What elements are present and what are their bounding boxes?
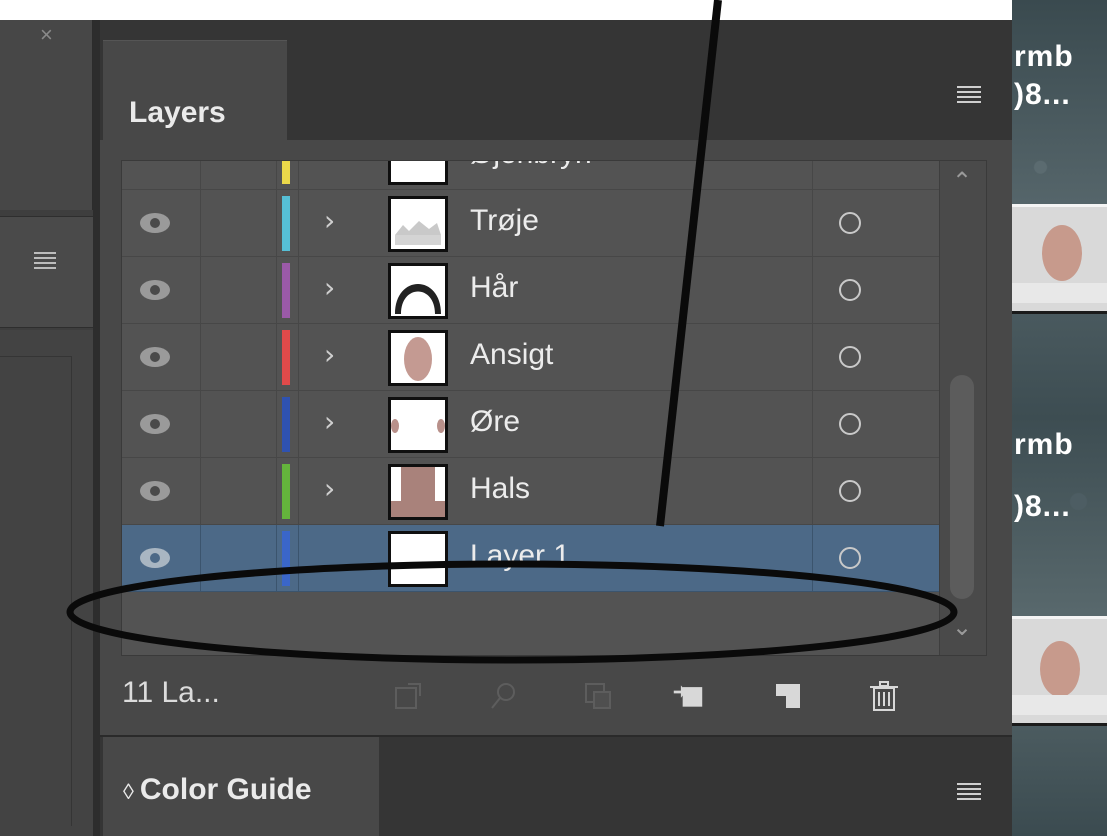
layer-color-indicator — [282, 263, 290, 318]
target-circle-icon[interactable] — [839, 279, 861, 301]
expand-chevron-icon[interactable]: › — [324, 204, 335, 237]
background-text: rmb — [1014, 428, 1074, 461]
layer-name[interactable]: Ansigt — [470, 338, 553, 372]
scrollbar-thumb[interactable] — [950, 375, 974, 599]
background-thumbnail — [1012, 204, 1107, 314]
left-dock-upper-panel — [0, 20, 93, 210]
layers-list: Øjenbryn › Trøje › Hår › Ansigt › Øre › Hals Layer… — [121, 160, 987, 656]
visibility-eye-icon[interactable] — [140, 213, 170, 233]
layer-color-indicator — [282, 464, 290, 519]
target-circle-icon[interactable] — [839, 547, 861, 569]
expand-chevron-icon[interactable]: › — [324, 271, 335, 304]
layer-row[interactable]: › Trøje — [122, 190, 940, 257]
visibility-eye-icon[interactable] — [140, 280, 170, 300]
background-text: rmb — [1014, 40, 1074, 73]
clipping-mask-icon[interactable] — [582, 680, 614, 712]
layer-color-indicator — [282, 531, 290, 586]
layer-thumbnail — [388, 531, 448, 587]
layer-row[interactable]: › Hals — [122, 458, 940, 525]
layer-row[interactable]: › Ansigt — [122, 324, 940, 391]
close-icon[interactable]: × — [40, 22, 53, 48]
layer-name[interactable]: Hår — [470, 271, 518, 305]
scroll-up-icon[interactable]: ⌃ — [952, 167, 972, 195]
left-dock-collapsed-panel[interactable] — [0, 216, 93, 328]
top-white-strip — [0, 0, 1107, 20]
layer-row[interactable]: Layer 1 — [122, 525, 940, 592]
layer-color-indicator — [282, 161, 290, 184]
layer-thumbnail — [388, 330, 448, 386]
new-sublayer-icon[interactable] — [672, 680, 704, 712]
layer-thumbnail — [388, 464, 448, 520]
panel-menu-icon[interactable] — [34, 252, 56, 270]
scroll-down-icon[interactable]: ⌄ — [952, 613, 972, 641]
visibility-eye-icon[interactable] — [140, 548, 170, 568]
expand-chevron-icon[interactable]: › — [324, 472, 335, 505]
layer-row[interactable]: › Øre — [122, 391, 940, 458]
new-layer-icon[interactable] — [772, 680, 804, 712]
dock-divider[interactable] — [93, 20, 100, 836]
expand-collapse-icon[interactable]: ◊ — [123, 779, 134, 804]
tab-color-guide[interactable]: ◊ Color Guide — [103, 737, 379, 836]
layer-color-indicator — [282, 330, 290, 385]
layer-row[interactable]: › Hår — [122, 257, 940, 324]
layer-name[interactable]: Øjenbryn — [470, 161, 592, 171]
layer-name[interactable]: Trøje — [470, 204, 539, 238]
tab-layers-label: Layers — [129, 96, 226, 129]
layers-tab-bar: Layers — [100, 20, 1012, 140]
tab-layers[interactable]: Layers — [103, 40, 287, 140]
left-dock: × — [0, 20, 98, 836]
visibility-eye-icon[interactable] — [140, 347, 170, 367]
background-text: )8... — [1014, 78, 1071, 111]
layer-count: 11 La... — [122, 676, 220, 709]
search-icon[interactable] — [488, 680, 520, 712]
left-dock-inner-frame — [0, 356, 72, 826]
visibility-eye-icon[interactable] — [140, 481, 170, 501]
target-circle-icon[interactable] — [839, 346, 861, 368]
layer-thumbnail — [388, 397, 448, 453]
layer-thumbnail — [388, 161, 448, 185]
target-circle-icon[interactable] — [839, 413, 861, 435]
target-circle-icon[interactable] — [839, 212, 861, 234]
visibility-eye-icon[interactable] — [140, 414, 170, 434]
layer-color-indicator — [282, 397, 290, 452]
layers-panel-group: Layers Øjenbryn › Trøje › Hår › Ansigt › Øre › Ha… — [100, 20, 1012, 836]
background-thumbnail — [1012, 616, 1107, 726]
layers-footer: 11 La... — [100, 656, 1012, 735]
layer-thumbnail — [388, 263, 448, 319]
layer-color-indicator — [282, 196, 290, 251]
layer-name[interactable]: Hals — [470, 472, 530, 506]
delete-icon[interactable] — [868, 680, 900, 712]
tab-color-guide-label: ◊ Color Guide — [123, 773, 312, 806]
color-guide-panel-menu-icon[interactable] — [957, 783, 981, 801]
layer-row[interactable]: Øjenbryn — [122, 161, 940, 190]
background-document: rmb )8... rmb )8... — [1012, 0, 1107, 836]
target-circle-icon[interactable] — [839, 480, 861, 502]
layers-panel-menu-icon[interactable] — [957, 86, 981, 104]
layer-name[interactable]: Øre — [470, 405, 520, 439]
layer-thumbnail — [388, 196, 448, 252]
expand-chevron-icon[interactable]: › — [324, 405, 335, 438]
color-guide-tab-bar: ◊ Color Guide — [100, 735, 1012, 836]
layers-panel-body: Øjenbryn › Trøje › Hår › Ansigt › Øre › Hals Layer… — [100, 140, 1012, 735]
expand-chevron-icon[interactable]: › — [324, 338, 335, 371]
export-icon[interactable] — [392, 680, 424, 712]
layers-scrollbar[interactable]: ⌃ ⌄ — [939, 161, 986, 655]
background-text: )8... — [1014, 490, 1071, 523]
layer-name[interactable]: Layer 1 — [470, 539, 570, 573]
